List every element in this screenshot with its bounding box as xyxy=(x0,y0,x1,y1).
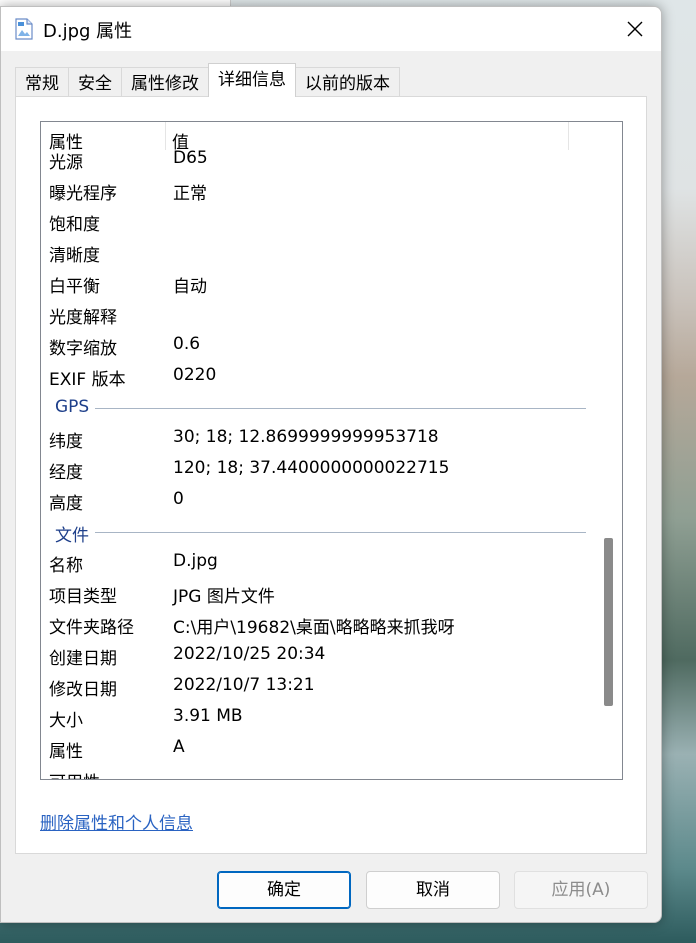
close-button[interactable] xyxy=(609,7,661,51)
group-header-gps[interactable]: GPS xyxy=(41,392,596,423)
property-value: C:\用户\19682\桌面\略略略来抓我呀 xyxy=(173,618,455,638)
tab-previous-versions[interactable]: 以前的版本 xyxy=(295,67,400,97)
property-value: 0220 xyxy=(173,365,217,385)
ok-button[interactable]: 确定 xyxy=(217,871,351,909)
list-item[interactable]: 大小 3.91 MB xyxy=(41,702,596,733)
list-item[interactable]: 高度 0 xyxy=(41,485,596,516)
group-divider xyxy=(91,532,586,533)
list-item-partial[interactable]: 可用性 xyxy=(41,764,596,779)
list-item[interactable]: EXIF 版本 0220 xyxy=(41,361,596,392)
property-value: 0 xyxy=(173,489,184,509)
property-name: 清晰度 xyxy=(49,246,100,266)
list-item[interactable]: 数字缩放 0.6 xyxy=(41,330,596,361)
tab-attribute-edit[interactable]: 属性修改 xyxy=(121,67,209,97)
list-item[interactable]: 光度解释 xyxy=(41,299,596,330)
list-item[interactable]: 文件夹路径 C:\用户\19682\桌面\略略略来抓我呀 xyxy=(41,609,596,640)
list-item[interactable]: 创建日期 2022/10/25 20:34 xyxy=(41,640,596,671)
property-name: 光度解释 xyxy=(49,308,117,328)
list-item[interactable]: 修改日期 2022/10/7 13:21 xyxy=(41,671,596,702)
tab-general[interactable]: 常规 xyxy=(15,67,69,97)
tab-details[interactable]: 详细信息 xyxy=(208,63,296,97)
list-item[interactable]: 名称 D.jpg xyxy=(41,547,596,578)
property-name: 属性 xyxy=(49,742,83,762)
property-value: D.jpg xyxy=(173,551,218,571)
property-value: 120; 18; 37.4400000000022715 xyxy=(173,458,450,478)
property-name: 饱和度 xyxy=(49,215,100,235)
property-value: 0.6 xyxy=(173,334,201,354)
property-value: JPG 图片文件 xyxy=(173,587,275,607)
property-name: 经度 xyxy=(49,463,83,483)
group-label: 文件 xyxy=(55,521,95,546)
property-name: 名称 xyxy=(49,556,83,576)
property-name: 修改日期 xyxy=(49,680,117,700)
apply-button[interactable]: 应用(A) xyxy=(514,871,648,909)
image-file-icon xyxy=(15,18,33,40)
column-header-value[interactable]: 值 xyxy=(172,128,189,153)
property-name: 白平衡 xyxy=(49,277,100,297)
group-label: GPS xyxy=(55,397,96,417)
list-item[interactable]: 曝光程序 正常 xyxy=(41,175,596,206)
property-value: 2022/10/25 20:34 xyxy=(173,644,326,664)
list-item[interactable]: 清晰度 xyxy=(41,237,596,268)
list-item[interactable]: 饱和度 xyxy=(41,206,596,237)
column-header-property[interactable]: 属性 xyxy=(49,128,83,153)
property-value: 30; 18; 12.8699999999953718 xyxy=(173,427,439,447)
scrollbar-thumb[interactable] xyxy=(604,538,613,706)
cancel-button[interactable]: 取消 xyxy=(366,871,500,909)
property-value: 正常 xyxy=(173,184,207,204)
title-bar[interactable]: D.jpg 属性 xyxy=(1,7,661,51)
list-item[interactable]: 项目类型 JPG 图片文件 xyxy=(41,578,596,609)
details-rows: 光源 D65 曝光程序 正常 饱和度 清晰度 白平衡 自动 光度解释 数字缩放 0.6 … xyxy=(41,144,596,779)
details-panel: 光源 D65 曝光程序 正常 饱和度 清晰度 白平衡 自动 光度解释 数字缩放 0.6 … xyxy=(15,96,647,854)
vertical-scrollbar[interactable] xyxy=(596,122,622,779)
property-name: 创建日期 xyxy=(49,649,117,669)
property-name: EXIF 版本 xyxy=(49,370,126,390)
property-name: 文件夹路径 xyxy=(49,618,134,638)
list-item[interactable]: 纬度 30; 18; 12.8699999999953718 xyxy=(41,423,596,454)
group-header-file[interactable]: 文件 xyxy=(41,516,596,547)
column-divider[interactable] xyxy=(165,122,166,150)
properties-dialog: D.jpg 属性 常规 安全 属性修改 详细信息 以前的版本 光源 D65 曝光程… xyxy=(0,6,662,923)
property-value: A xyxy=(173,737,185,757)
tab-strip: 常规 安全 属性修改 详细信息 以前的版本 xyxy=(15,63,400,97)
remove-properties-link[interactable]: 删除属性和个人信息 xyxy=(40,809,193,834)
list-item[interactable]: 白平衡 自动 xyxy=(41,268,596,299)
group-divider xyxy=(91,408,586,409)
list-item[interactable]: 属性 A xyxy=(41,733,596,764)
tab-security[interactable]: 安全 xyxy=(68,67,122,97)
property-name: 曝光程序 xyxy=(49,184,117,204)
property-name: 纬度 xyxy=(49,432,83,452)
close-icon xyxy=(627,21,643,37)
details-list[interactable]: 光源 D65 曝光程序 正常 饱和度 清晰度 白平衡 自动 光度解释 数字缩放 0.6 … xyxy=(40,121,623,780)
column-header-bg xyxy=(41,122,568,146)
property-name: 高度 xyxy=(49,494,83,514)
property-name: 项目类型 xyxy=(49,587,117,607)
window-title: D.jpg 属性 xyxy=(43,21,133,42)
property-value: 自动 xyxy=(173,277,207,297)
property-name: 可用性 xyxy=(49,768,100,779)
list-item[interactable]: 经度 120; 18; 37.4400000000022715 xyxy=(41,454,596,485)
property-value: 3.91 MB xyxy=(173,706,243,726)
property-name: 大小 xyxy=(49,711,83,731)
column-divider[interactable] xyxy=(568,122,569,150)
property-value: 2022/10/7 13:21 xyxy=(173,675,315,695)
property-name: 数字缩放 xyxy=(49,339,117,359)
column-header: 属性 值 xyxy=(41,122,569,153)
